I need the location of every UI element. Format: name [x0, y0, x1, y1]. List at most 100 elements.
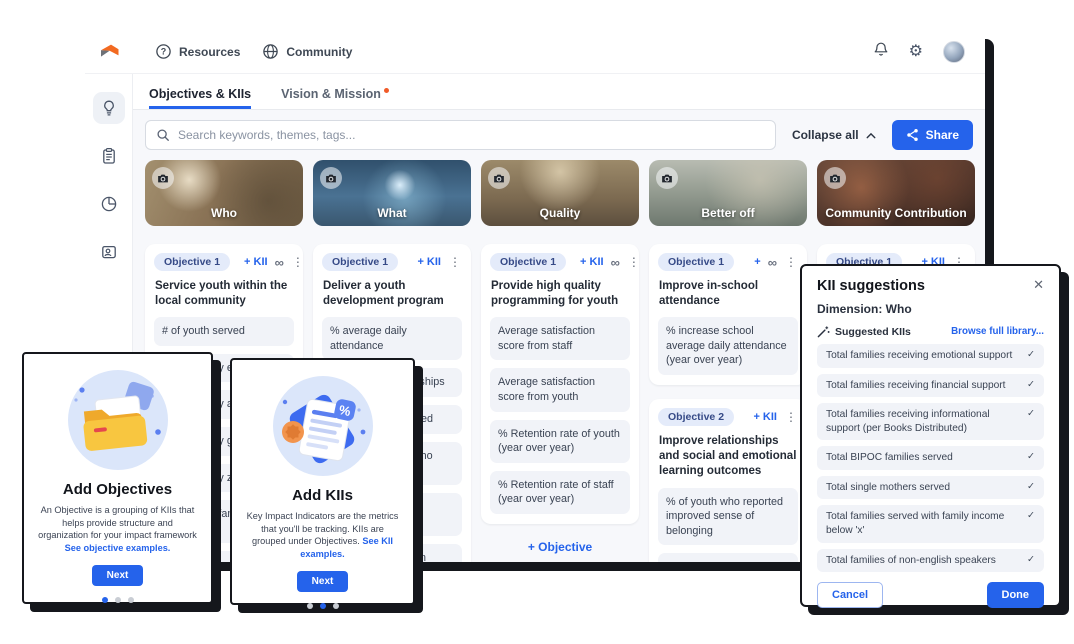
dialog-body-text: An Objective is a grouping of KIIs that …	[38, 505, 197, 540]
check-icon: ✓	[1019, 408, 1035, 421]
column-better-off: Better off Objective 1 + ∞ ⋮ Improve in-…	[649, 160, 807, 562]
camera-icon[interactable]	[320, 167, 342, 189]
user-avatar[interactable]	[943, 41, 965, 63]
next-button[interactable]: Next	[92, 565, 144, 586]
suggested-kii-row[interactable]: Total families receiving informational s…	[817, 403, 1044, 440]
suggested-kii-row[interactable]: Total BIPOC families served✓	[817, 446, 1044, 470]
objective-pill[interactable]: Objective 1	[154, 253, 230, 271]
kii-item[interactable]: % of youth who reported improved sense o…	[658, 488, 798, 546]
column-image-better-off[interactable]: Better off	[649, 160, 807, 226]
contact-card-icon	[100, 243, 118, 261]
kii-item[interactable]: % Retention rate of staff (year over yea…	[490, 471, 630, 514]
column-image-who[interactable]: Who	[145, 160, 303, 226]
kii-item[interactable]: % Retention rate of youth (year over yea…	[490, 420, 630, 463]
suggested-kii-text: Total families served with family income…	[826, 510, 1019, 537]
camera-icon[interactable]	[152, 167, 174, 189]
app-logo[interactable]	[85, 42, 133, 62]
add-kii-button[interactable]: + KII	[753, 411, 777, 423]
kii-item[interactable]: # of youth served	[154, 317, 294, 346]
check-icon: ✓	[1019, 349, 1035, 362]
suggested-kii-row[interactable]: Total single mothers served✓	[817, 476, 1044, 500]
community-menu[interactable]: Community	[262, 43, 352, 60]
kebab-menu-icon[interactable]: ⋮	[448, 256, 462, 268]
page: ? Resources Community	[0, 0, 1074, 644]
camera-icon[interactable]	[488, 167, 510, 189]
done-button[interactable]: Done	[987, 582, 1045, 608]
browse-full-library-link[interactable]: Browse full library...	[951, 326, 1044, 337]
question-circle-icon: ?	[155, 43, 172, 60]
svg-text:?: ?	[161, 47, 166, 57]
objective-title: Service youth within the local community	[155, 279, 293, 309]
kii-item[interactable]: Average satisfaction score from youth	[490, 368, 630, 411]
column-image-what[interactable]: What	[313, 160, 471, 226]
sidebar-item-contacts[interactable]	[93, 236, 125, 268]
next-button[interactable]: Next	[297, 571, 349, 592]
column-title: What	[313, 206, 471, 220]
tab-vision-mission[interactable]: Vision & Mission	[281, 87, 389, 109]
add-kii-button[interactable]: + KII	[417, 256, 441, 268]
tabs-bar: Objectives & KIIs Vision & Mission	[133, 74, 985, 110]
objective-pill[interactable]: Objective 2	[658, 408, 734, 426]
camera-icon[interactable]	[656, 167, 678, 189]
settings-gear-icon[interactable]: ⚙	[909, 44, 923, 60]
share-button[interactable]: Share	[892, 120, 973, 150]
tab-objectives-kiis[interactable]: Objectives & KIIs	[149, 87, 251, 109]
suggested-kii-row[interactable]: Total families receiving financial suppo…	[817, 374, 1044, 398]
column-quality: Quality Objective 1 + KII ∞ ⋮ Provide hi…	[481, 160, 639, 562]
collapse-all-button[interactable]: Collapse all	[792, 128, 876, 142]
add-kii-button[interactable]: + KII	[580, 256, 604, 268]
kii-item[interactable]: % of youth who reported improved improve…	[658, 553, 798, 562]
objective-title: Deliver a youth development program	[323, 279, 461, 309]
objective-card: Objective 1 + ∞ ⋮ Improve in-school atte…	[649, 244, 807, 385]
dot-1[interactable]	[102, 597, 108, 603]
link-icon[interactable]: ∞	[611, 256, 620, 269]
add-kii-button[interactable]: + KII	[244, 256, 268, 268]
resources-label: Resources	[179, 45, 240, 59]
suggested-kii-text: Total BIPOC families served	[826, 451, 953, 465]
search-box[interactable]	[145, 120, 776, 150]
dot-2[interactable]	[320, 603, 326, 609]
see-objective-examples-link[interactable]: See objective examples.	[65, 543, 171, 553]
notifications-bell-icon[interactable]	[873, 41, 889, 63]
sidebar-item-analytics[interactable]	[93, 188, 125, 220]
kii-item[interactable]: % average daily attendance	[322, 317, 462, 360]
kebab-menu-icon[interactable]: ⋮	[627, 256, 641, 268]
suggested-kii-row[interactable]: Total families served with family income…	[817, 505, 1044, 542]
tab-objectives-label: Objectives & KIIs	[149, 87, 251, 101]
check-icon: ✓	[1019, 481, 1035, 494]
kii-item[interactable]: % increase school average daily attendan…	[658, 317, 798, 375]
share-icon	[906, 128, 919, 142]
suggested-kii-row[interactable]: Total families receiving emotional suppo…	[817, 344, 1044, 368]
dot-2[interactable]	[115, 597, 121, 603]
add-kii-button[interactable]: +	[754, 256, 760, 268]
dot-3[interactable]	[128, 597, 134, 603]
clipboard-icon	[100, 147, 118, 165]
search-input[interactable]	[178, 128, 765, 142]
objective-pill[interactable]: Objective 1	[490, 253, 566, 271]
dimension-label: Dimension: Who	[817, 302, 1044, 316]
add-objective-button[interactable]: + Objective	[481, 540, 639, 554]
sidebar-item-ideas[interactable]	[93, 92, 125, 124]
camera-icon[interactable]	[824, 167, 846, 189]
kii-item[interactable]: Average satisfaction score from staff	[490, 317, 630, 360]
resources-menu[interactable]: ? Resources	[155, 43, 240, 60]
dialog-body: An Objective is a grouping of KIIs that …	[36, 504, 199, 554]
kebab-menu-icon[interactable]: ⋮	[784, 411, 798, 423]
dot-1[interactable]	[307, 603, 313, 609]
column-title: Community Contribution	[817, 206, 975, 220]
kebab-menu-icon[interactable]: ⋮	[291, 256, 305, 268]
kebab-menu-icon[interactable]: ⋮	[784, 256, 798, 268]
objective-pill[interactable]: Objective 1	[658, 253, 734, 271]
dot-3[interactable]	[333, 603, 339, 609]
link-icon[interactable]: ∞	[275, 256, 284, 269]
close-icon[interactable]: ✕	[1033, 278, 1044, 291]
objective-pill[interactable]: Objective 1	[322, 253, 398, 271]
column-image-quality[interactable]: Quality	[481, 160, 639, 226]
magic-wand-icon	[817, 325, 830, 338]
sidebar-item-forms[interactable]	[93, 140, 125, 172]
dialog-title: Add Objectives	[63, 481, 172, 498]
link-icon[interactable]: ∞	[768, 256, 777, 269]
suggested-kii-row[interactable]: Total families of non-english speakers✓	[817, 549, 1044, 573]
column-image-community[interactable]: Community Contribution	[817, 160, 975, 226]
cancel-button[interactable]: Cancel	[817, 582, 883, 608]
